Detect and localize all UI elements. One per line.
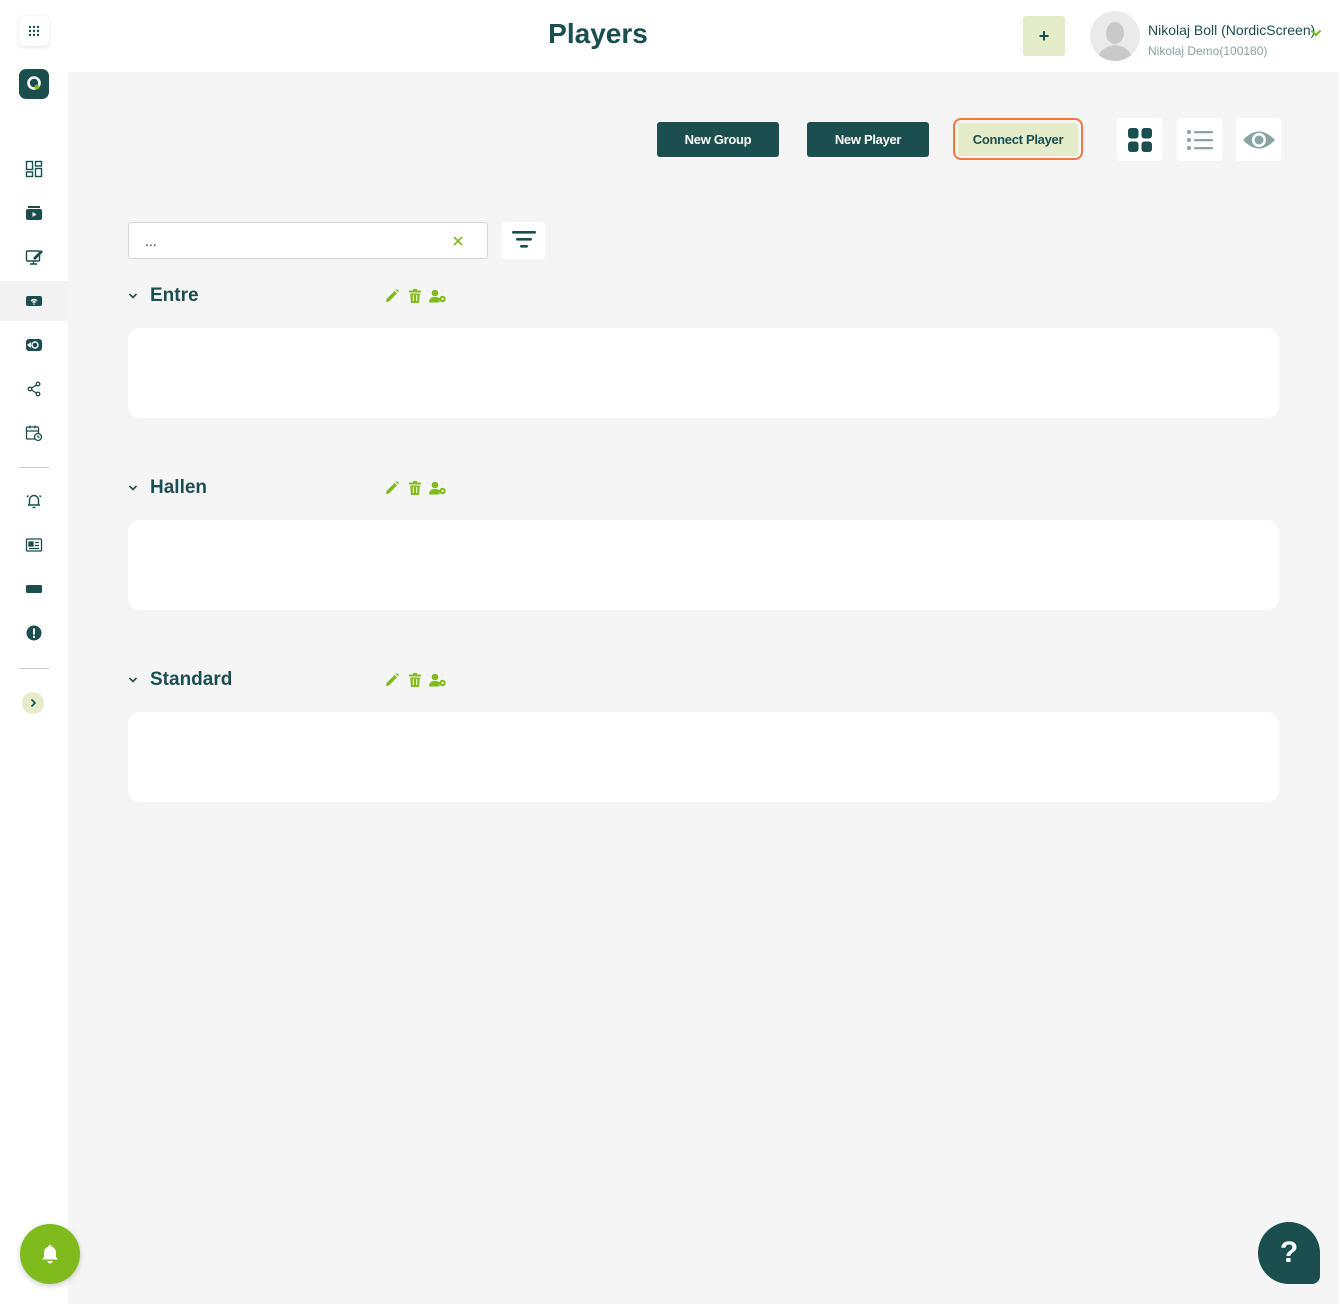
assign-user-icon[interactable]	[429, 671, 447, 689]
assign-user-icon[interactable]	[429, 287, 447, 305]
filter-icon	[511, 230, 536, 248]
group-name[interactable]: Entre	[150, 285, 199, 307]
group-name[interactable]: Standard	[150, 669, 232, 691]
news-icon[interactable]	[0, 525, 68, 565]
list-view-button[interactable]	[1177, 118, 1222, 161]
help-button[interactable]: ?	[1258, 1222, 1320, 1284]
group-panel	[128, 328, 1279, 418]
filter-button[interactable]	[502, 222, 545, 259]
edit-icon[interactable]	[383, 479, 401, 497]
group-header: Entre	[128, 285, 468, 309]
connect-player-label: Connect Player	[958, 122, 1078, 156]
top-header: Players + Nikolaj Boll (NordicScreen) Ni…	[68, 0, 1339, 72]
avatar[interactable]	[1090, 11, 1140, 61]
bell-icon	[42, 1245, 58, 1264]
playlist-edit-icon[interactable]	[0, 237, 68, 277]
chevron-down-icon[interactable]	[128, 675, 138, 685]
page-title: Players	[548, 18, 648, 49]
close-icon	[453, 236, 463, 246]
delete-icon[interactable]	[406, 287, 424, 305]
grid-view-icon	[1127, 127, 1152, 152]
schedule-icon[interactable]	[0, 413, 68, 453]
channels-icon[interactable]	[0, 325, 68, 365]
media-icon[interactable]	[0, 193, 68, 233]
alerts-icon[interactable]	[0, 481, 68, 521]
user-account: Nikolaj Demo(100180)	[1148, 44, 1268, 58]
delete-icon[interactable]	[406, 479, 424, 497]
preview-button[interactable]	[1236, 118, 1281, 161]
edit-icon[interactable]	[383, 287, 401, 305]
chevron-down-icon[interactable]	[128, 483, 138, 493]
list-view-icon	[1186, 129, 1213, 150]
grid-view-button[interactable]	[1117, 118, 1162, 161]
share-icon[interactable]	[0, 369, 68, 409]
search-box	[128, 222, 488, 259]
delete-icon[interactable]	[406, 671, 424, 689]
sidebar-divider	[19, 668, 49, 669]
players-icon[interactable]	[0, 281, 68, 321]
warning-icon[interactable]	[0, 613, 68, 653]
group-header: Hallen	[128, 477, 468, 501]
group-panel	[128, 712, 1279, 802]
assign-user-icon[interactable]	[429, 479, 447, 497]
group-name[interactable]: Hallen	[150, 477, 207, 499]
notifications-button[interactable]	[20, 1224, 80, 1284]
apps-grid-icon[interactable]	[19, 16, 49, 46]
edit-icon[interactable]	[383, 671, 401, 689]
clear-search-button[interactable]	[449, 232, 467, 250]
ticker-icon[interactable]	[0, 569, 68, 609]
search-input[interactable]	[145, 231, 445, 251]
chevron-down-icon[interactable]	[128, 291, 138, 301]
new-player-button[interactable]: New Player	[807, 122, 929, 157]
sidebar-divider	[19, 467, 49, 468]
user-name[interactable]: Nikolaj Boll (NordicScreen)	[1148, 22, 1315, 38]
expand-icon[interactable]	[22, 692, 44, 714]
sidebar	[0, 0, 80, 1304]
logo-icon[interactable]	[19, 69, 49, 99]
group-panel	[128, 520, 1279, 610]
new-group-button[interactable]: New Group	[657, 122, 779, 157]
dashboard-icon[interactable]	[0, 149, 68, 189]
add-button[interactable]: +	[1023, 16, 1065, 56]
eye-icon	[1242, 131, 1275, 148]
group-header: Standard	[128, 669, 468, 693]
connect-player-button[interactable]: Connect Player	[953, 118, 1083, 160]
chevron-down-icon[interactable]	[1310, 28, 1322, 38]
